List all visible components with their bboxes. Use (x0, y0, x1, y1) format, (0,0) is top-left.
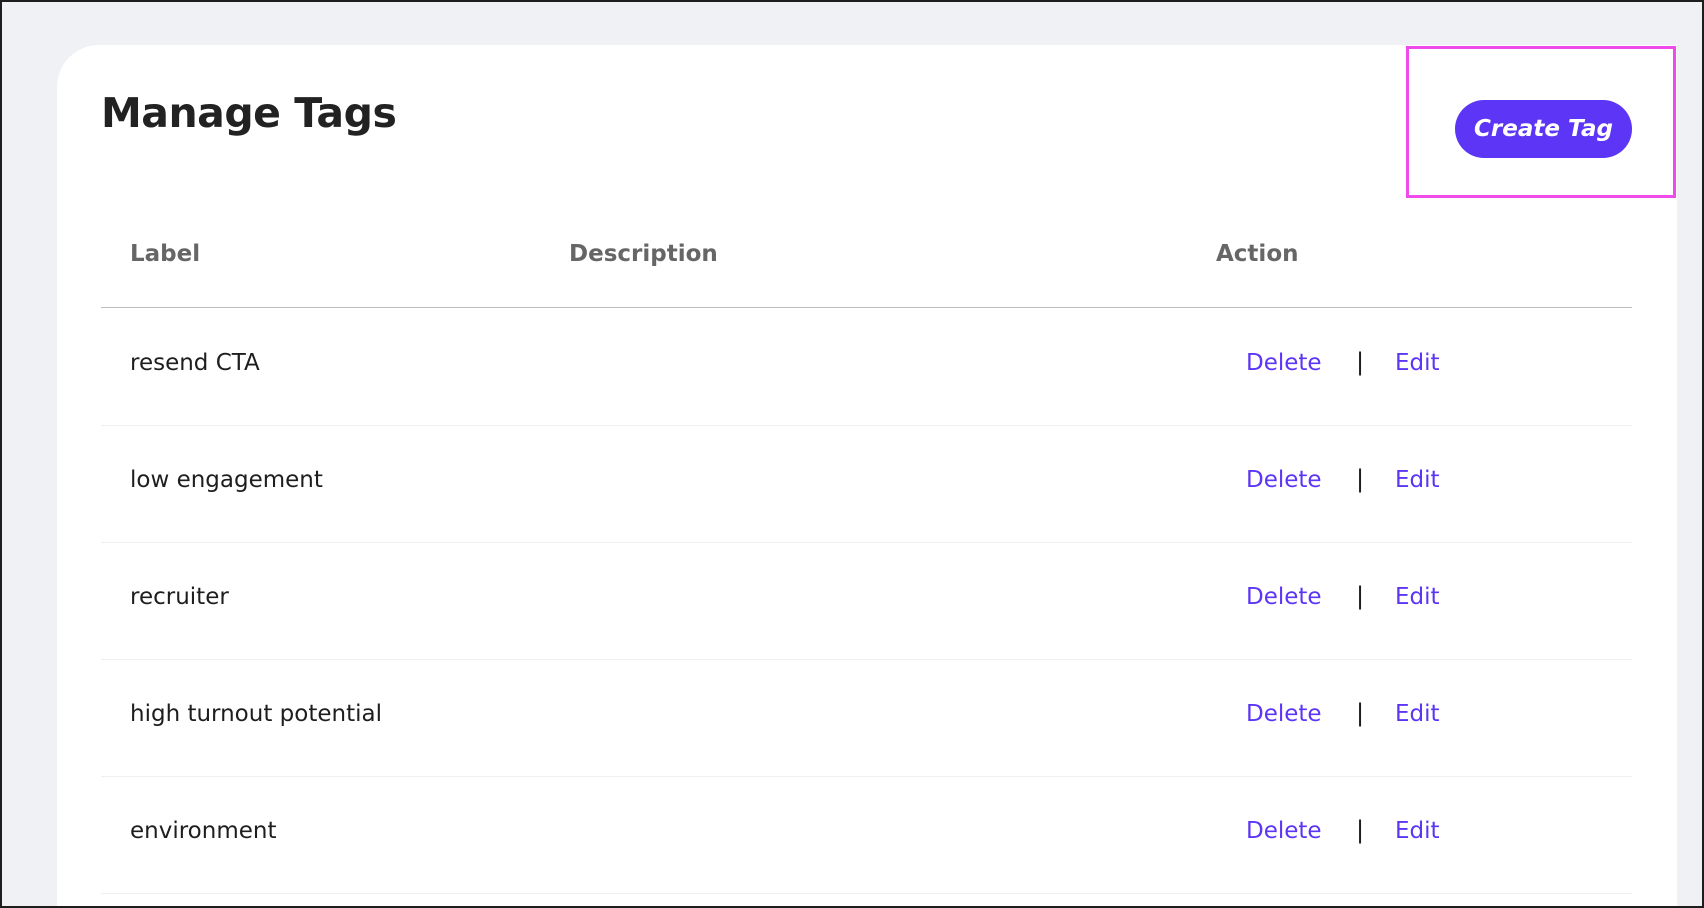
tag-label: environment (130, 818, 277, 844)
action-separator: | (1356, 816, 1365, 844)
delete-link[interactable]: Delete (1246, 701, 1322, 727)
delete-link[interactable]: Delete (1246, 584, 1322, 610)
table-row: resend CTA Delete | Edit (101, 309, 1632, 426)
page-title: Manage Tags (101, 89, 397, 137)
action-separator: | (1356, 348, 1365, 376)
tags-table-body: resend CTA Delete | Edit low engagement … (101, 309, 1632, 894)
table-row: low engagement Delete | Edit (101, 426, 1632, 543)
tag-label: low engagement (130, 467, 323, 493)
tag-label: resend CTA (130, 350, 260, 376)
column-header-label: Label (130, 241, 201, 267)
delete-link[interactable]: Delete (1246, 467, 1322, 493)
table-row: environment Delete | Edit (101, 777, 1632, 894)
column-header-action: Action (1216, 241, 1299, 267)
app-frame: Manage Tags Create Tag Label Description… (0, 0, 1704, 908)
table-row: recruiter Delete | Edit (101, 543, 1632, 660)
manage-tags-card: Manage Tags Create Tag Label Description… (57, 45, 1677, 906)
edit-link[interactable]: Edit (1395, 350, 1440, 376)
column-header-description: Description (569, 241, 718, 267)
edit-link[interactable]: Edit (1395, 818, 1440, 844)
tag-label: recruiter (130, 584, 229, 610)
delete-link[interactable]: Delete (1246, 818, 1322, 844)
delete-link[interactable]: Delete (1246, 350, 1322, 376)
tag-label: high turnout potential (130, 701, 382, 727)
edit-link[interactable]: Edit (1395, 467, 1440, 493)
create-tag-button[interactable]: Create Tag (1455, 100, 1632, 158)
action-separator: | (1356, 582, 1365, 610)
table-row: high turnout potential Delete | Edit (101, 660, 1632, 777)
action-separator: | (1356, 699, 1365, 727)
edit-link[interactable]: Edit (1395, 584, 1440, 610)
table-header: Label Description Action (101, 241, 1632, 308)
action-separator: | (1356, 465, 1365, 493)
edit-link[interactable]: Edit (1395, 701, 1440, 727)
